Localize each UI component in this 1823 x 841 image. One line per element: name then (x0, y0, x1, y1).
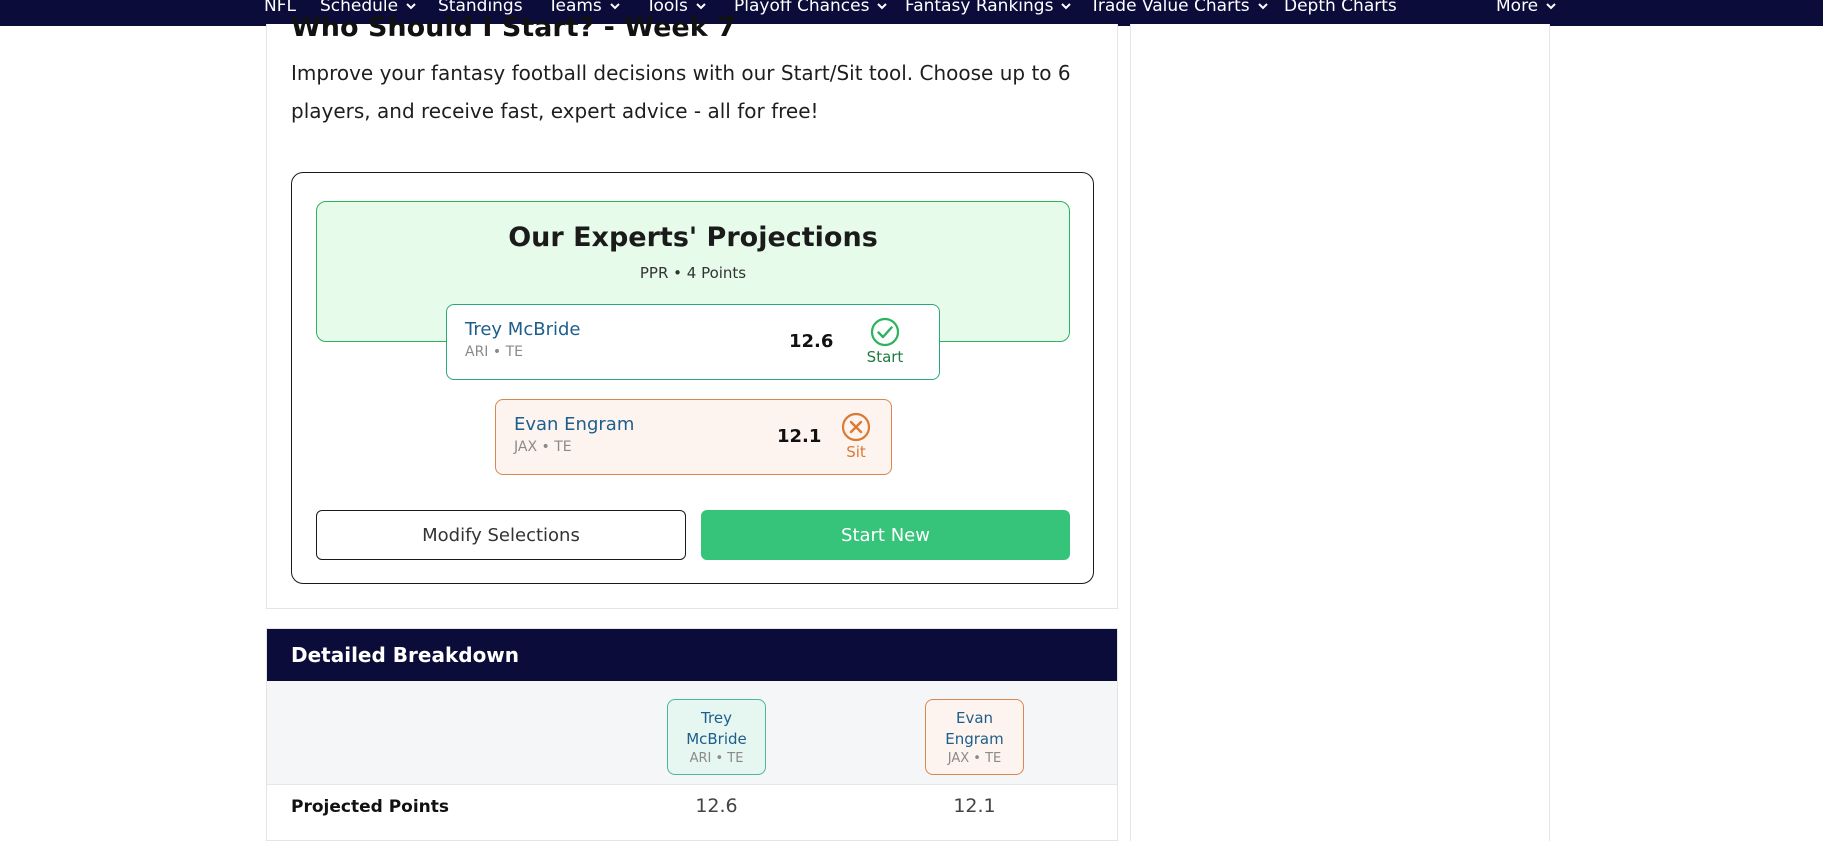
modify-selections-button[interactable]: Modify Selections (316, 510, 686, 560)
chevron-down-icon (1061, 3, 1072, 10)
chevron-down-icon (877, 3, 888, 10)
player-chip-name: Evan Engram (926, 708, 1023, 750)
player-name[interactable]: Trey McBride (465, 319, 580, 340)
nav-item-label: Playoff Chances (734, 0, 870, 16)
projected-score: 12.1 (777, 426, 822, 447)
nav-item-trade-value-charts[interactable]: Trade Value Charts (1090, 0, 1268, 19)
player-chip[interactable]: Trey McBride ARI • TE (667, 699, 766, 775)
nav-item-playoff-chances[interactable]: Playoff Chances (734, 0, 888, 19)
row-value: 12.6 (695, 795, 738, 817)
nav-item-label: Trade Value Charts (1090, 0, 1250, 16)
verdict-start: Start (860, 317, 910, 366)
right-sidebar (1130, 24, 1550, 841)
player-team-position: JAX • TE (514, 439, 572, 455)
player-card-sit[interactable]: Evan Engram JAX • TE 12.1 Sit (495, 399, 892, 475)
player-chip-first-name: Trey (701, 709, 732, 727)
table-row: Projected Points 12.6 12.1 (267, 785, 1117, 831)
player-chip-last-name: McBride (686, 730, 747, 748)
projected-score: 12.6 (789, 331, 834, 352)
intro-text: Improve your fantasy football decisions … (291, 61, 1071, 123)
chevron-down-icon (1257, 3, 1268, 10)
nav-item-label: More (1496, 0, 1539, 16)
top-nav: NFL Schedule Standings Teams Tools Playo… (0, 0, 1823, 26)
chevron-down-icon (1546, 3, 1556, 10)
start-sit-card: Who Should I Start? - Week 7 Improve you… (266, 12, 1118, 609)
player-chip-first-name: Evan (955, 709, 994, 727)
nav-item-label: Depth Charts (1284, 0, 1397, 16)
chevron-down-icon (406, 3, 416, 10)
chevron-down-icon (610, 3, 620, 10)
breakdown-player-row: Trey McBride ARI • TE Evan Engram JAX • … (267, 681, 1117, 785)
start-sit-tool: Our Experts' Projections PPR • 4 Points … (291, 172, 1094, 584)
detailed-breakdown: Detailed Breakdown Trey McBride ARI • TE… (266, 628, 1118, 841)
x-circle-icon (841, 412, 871, 442)
player-team-position: ARI • TE (465, 344, 523, 360)
breakdown-title: Detailed Breakdown (291, 643, 520, 667)
row-value: 12.1 (953, 795, 996, 817)
breakdown-header: Detailed Breakdown (267, 629, 1117, 681)
player-chip-meta: ARI • TE (689, 751, 744, 766)
nav-item-more[interactable]: More (1496, 0, 1556, 19)
check-circle-icon (870, 317, 900, 347)
nav-item-depth-charts[interactable]: Depth Charts (1284, 0, 1397, 19)
verdict-sit: Sit (831, 412, 881, 461)
player-chip-meta: JAX • TE (947, 751, 1002, 766)
start-new-button[interactable]: Start New (701, 510, 1070, 560)
page-title: Who Should I Start? - Week 7 (291, 12, 736, 43)
scoring-format: PPR • 4 Points (639, 264, 747, 282)
player-chip-last-name: Engram (945, 730, 1004, 748)
verdict-label: Sit (846, 443, 866, 461)
player-chip[interactable]: Evan Engram JAX • TE (925, 699, 1024, 775)
nav-item-fantasy-rankings[interactable]: Fantasy Rankings (905, 0, 1072, 19)
player-chip-name: Trey McBride (668, 708, 765, 750)
row-label: Projected Points (291, 797, 450, 817)
player-card-start[interactable]: Trey McBride ARI • TE 12.6 Start (446, 304, 940, 380)
projections-title: Our Experts' Projections (508, 222, 878, 253)
verdict-label: Start (866, 348, 904, 366)
player-name[interactable]: Evan Engram (514, 414, 634, 435)
nav-item-label: Fantasy Rankings (905, 0, 1054, 16)
chevron-down-icon (696, 3, 706, 10)
